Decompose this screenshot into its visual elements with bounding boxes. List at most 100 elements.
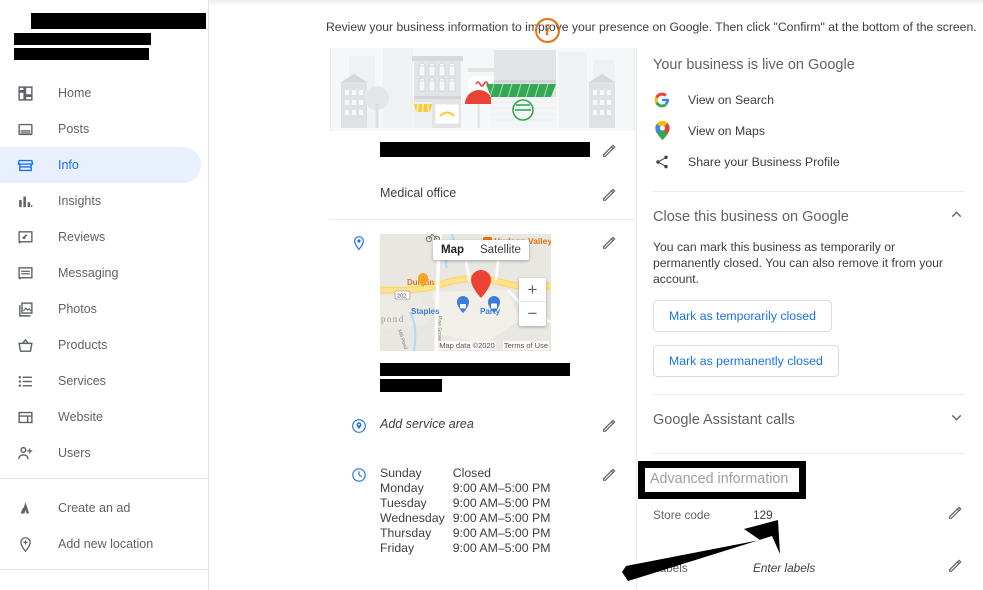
labels-key: Labels (653, 561, 753, 575)
edit-store-code-pencil-icon[interactable] (947, 505, 965, 524)
info-banner: i Review your business information to im… (210, 6, 983, 48)
map-data-credit: Map data ©2020 (438, 341, 496, 350)
sidebar-item-manage-locations[interactable]: Manage locations (0, 581, 208, 590)
sidebar-item-messaging[interactable]: Messaging (0, 255, 208, 291)
store-code-key: Store code (653, 508, 753, 522)
map-zoom-in-button[interactable]: + (519, 278, 546, 302)
person-add-icon (15, 443, 35, 463)
sidebar-item-users[interactable]: Users (0, 435, 208, 471)
mark-temporarily-closed-button[interactable]: Mark as temporarily closed (653, 300, 832, 332)
photos-icon (15, 299, 35, 319)
sidebar-item-insights[interactable]: Insights (0, 183, 208, 219)
hours-time: 9:00 AM–5:00 PM (453, 541, 551, 556)
labels-row[interactable]: Labels Enter labels (653, 551, 965, 584)
sidebar-item-label: Posts (58, 122, 89, 136)
share-business-profile-label: Share your Business Profile (688, 155, 840, 169)
review-star-icon (15, 227, 35, 247)
hours-row: Monday 9:00 AM–5:00 PM (380, 481, 550, 496)
chevron-up-icon[interactable] (948, 206, 965, 227)
location-pin-icon (350, 234, 368, 251)
map-toggle-map[interactable]: Map (433, 240, 472, 260)
business-info-column: Medical office (330, 48, 635, 590)
sidebar-item-posts[interactable]: Posts (0, 111, 208, 147)
mark-permanently-closed-button[interactable]: Mark as permanently closed (653, 345, 839, 377)
view-on-maps-link[interactable]: View on Maps (653, 115, 965, 146)
basket-icon (15, 335, 35, 355)
service-area-row[interactable]: Add service area (330, 403, 635, 450)
map-zoom-out-button[interactable]: − (519, 302, 546, 326)
close-business-title: Close this business on Google (653, 209, 849, 225)
view-on-maps-label: View on Maps (688, 124, 765, 138)
google-maps-pin-icon (653, 121, 671, 140)
google-assistant-calls-section-header[interactable]: Google Assistant calls (653, 395, 965, 442)
sidebar-item-add-new-location[interactable]: Add new location (0, 526, 208, 562)
store-code-row[interactable]: Store code 129 (653, 498, 965, 531)
labels-value-placeholder[interactable]: Enter labels (753, 561, 947, 575)
close-business-description: You can mark this business as temporaril… (653, 239, 965, 287)
hours-day: Friday (380, 541, 453, 556)
edit-address-pencil-icon[interactable] (601, 235, 619, 256)
sidebar-item-create-an-ad[interactable]: Create an ad (0, 490, 208, 526)
edit-hours-pencil-icon[interactable] (601, 467, 619, 488)
sidebar-item-reviews[interactable]: Reviews (0, 219, 208, 255)
redacted-business-name (380, 142, 590, 157)
map-toggle-satellite[interactable]: Satellite (472, 240, 529, 260)
redacted-account-name (31, 13, 206, 29)
account-header (0, 0, 208, 66)
edit-service-area-pencil-icon[interactable] (601, 418, 619, 439)
live-on-google-title: Your business is live on Google (653, 48, 965, 84)
business-address-row[interactable]: Hudson Valley Dunkin 202 Staples Party p… (330, 220, 635, 403)
share-business-profile-link[interactable]: Share your Business Profile (653, 146, 965, 177)
map-type-toggle[interactable]: Map Satellite (433, 240, 529, 260)
edit-category-pencil-icon[interactable] (601, 187, 619, 208)
svg-text:pond: pond (381, 314, 405, 324)
hours-time: 9:00 AM–5:00 PM (453, 496, 551, 511)
hours-row: Thursday 9:00 AM–5:00 PM (380, 526, 550, 541)
map-terms-of-use-link[interactable]: Terms of Use (503, 341, 549, 350)
info-circle-icon: i (535, 18, 560, 43)
list-icon (15, 371, 35, 391)
sidebar-item-label: Messaging (58, 266, 118, 280)
edit-name-pencil-icon[interactable] (601, 143, 619, 164)
view-on-search-link[interactable]: View on Search (653, 84, 965, 115)
map-marker-red-pin (471, 270, 491, 303)
hours-time: 9:00 AM–5:00 PM (453, 481, 551, 496)
sidebar-item-home[interactable]: Home (0, 75, 208, 111)
business-name-row[interactable] (330, 131, 635, 175)
hours-day: Tuesday (380, 496, 453, 511)
chat-icon (15, 263, 35, 283)
web-layout-icon (15, 407, 35, 427)
sidebar-item-services[interactable]: Services (0, 363, 208, 399)
view-on-search-label: View on Search (688, 93, 774, 107)
map-zoom-controls[interactable]: + − (519, 278, 546, 326)
redacted-account-line-3 (14, 48, 149, 60)
sidebar-item-label: Reviews (58, 230, 105, 244)
hours-row: Sunday Closed (380, 466, 550, 481)
advanced-information-label: Advanced information (650, 471, 788, 487)
redacted-account-line-2 (14, 33, 151, 45)
service-area-placeholder[interactable]: Add service area (380, 417, 601, 431)
edit-labels-pencil-icon[interactable] (947, 558, 965, 577)
sidebar-item-info[interactable]: Info (0, 147, 201, 183)
chevron-down-icon[interactable] (948, 409, 965, 430)
app-window: Home Posts Info Insights (0, 0, 983, 590)
dashboard-icon (15, 83, 35, 103)
sidebar-item-label: Products (58, 338, 107, 352)
hours-rows: Sunday Closed Monday 9:00 AM–5:00 PM Tue… (380, 466, 550, 556)
close-business-section-header[interactable]: Close this business on Google (653, 192, 965, 239)
hours-day: Wednesday (380, 511, 453, 526)
business-hours-row[interactable]: Sunday Closed Monday 9:00 AM–5:00 PM Tue… (330, 450, 635, 567)
hours-row: Wednesday 9:00 AM–5:00 PM (380, 511, 550, 526)
add-location-icon (15, 534, 35, 554)
sidebar-item-photos[interactable]: Photos (0, 291, 208, 327)
bar-chart-icon (15, 191, 35, 211)
svg-text:202: 202 (397, 294, 406, 300)
sidebar-item-website[interactable]: Website (0, 399, 208, 435)
sidebar-item-products[interactable]: Products (0, 327, 208, 363)
business-category-row[interactable]: Medical office (330, 175, 635, 219)
info-banner-text: Review your business information to impr… (326, 20, 977, 34)
map-thumbnail[interactable]: Hudson Valley Dunkin 202 Staples Party p… (380, 234, 551, 351)
storefront-cityscape-illustration (330, 48, 635, 131)
store-code-value: 129 (753, 508, 947, 522)
sidebar-item-label: Home (58, 86, 91, 100)
